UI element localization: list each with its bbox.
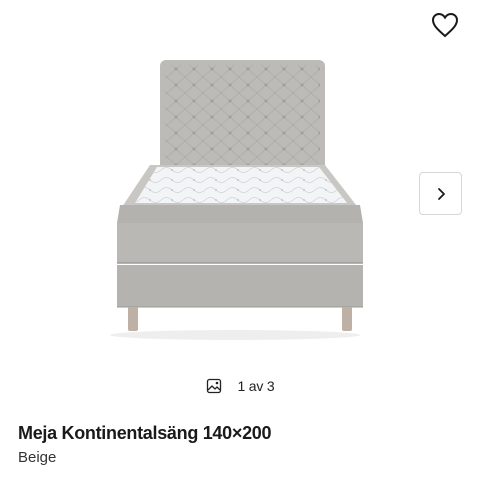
product-gallery: 1 av 3 bbox=[0, 0, 480, 394]
product-variant: Beige bbox=[18, 449, 57, 466]
heart-icon bbox=[431, 12, 459, 38]
favorite-button[interactable] bbox=[428, 8, 462, 42]
next-image-button[interactable] bbox=[419, 172, 462, 215]
image-counter[interactable]: 1 av 3 bbox=[0, 376, 480, 396]
image-gallery-icon bbox=[206, 378, 222, 394]
chevron-right-icon bbox=[437, 187, 445, 200]
image-counter-text: 1 av 3 bbox=[237, 378, 275, 394]
product-image[interactable] bbox=[95, 45, 385, 345]
product-title: Meja Kontinentalsäng 140×200 bbox=[18, 423, 272, 443]
